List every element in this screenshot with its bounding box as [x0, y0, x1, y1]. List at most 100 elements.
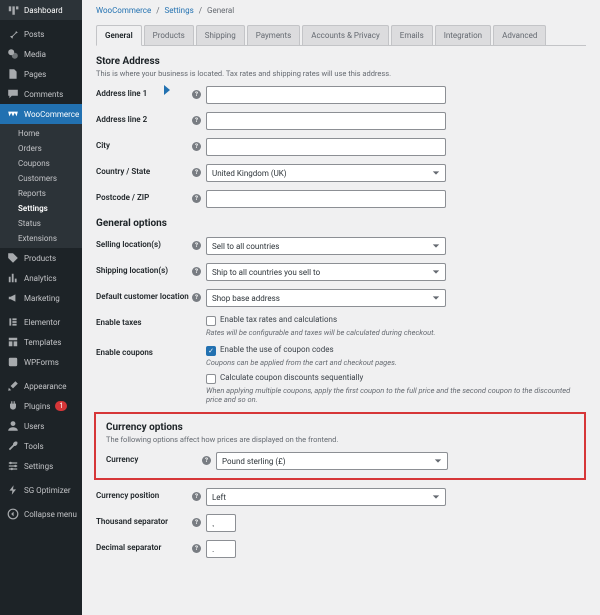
- sidebar-item-media[interactable]: Media: [0, 44, 82, 64]
- chart-icon: [7, 272, 19, 284]
- sidebar-sub-home[interactable]: Home: [0, 126, 82, 141]
- sidebar-item-elementor[interactable]: Elementor: [0, 312, 82, 332]
- chevron-down-icon: [432, 242, 440, 250]
- default-customer-location-label: Default customer location: [96, 289, 192, 301]
- selling-select[interactable]: Sell to all countries: [206, 237, 446, 255]
- tab-advanced[interactable]: Advanced: [493, 25, 546, 46]
- sidebar-sub-reports[interactable]: Reports: [0, 186, 82, 201]
- sidebar-sub-orders[interactable]: Orders: [0, 141, 82, 156]
- sidebar-label: Elementor: [24, 318, 60, 327]
- sidebar-item-posts[interactable]: Posts: [0, 24, 82, 44]
- chevron-down-icon: [434, 457, 442, 465]
- sidebar-label: Tools: [24, 442, 44, 451]
- help-icon[interactable]: ?: [192, 518, 201, 527]
- help-icon[interactable]: ?: [192, 492, 201, 501]
- tag-icon: [7, 252, 19, 264]
- sidebar-label: Comments: [24, 90, 63, 99]
- page-icon: [7, 68, 19, 80]
- sidebar-item-settings[interactable]: Settings: [0, 456, 82, 476]
- sidebar-item-dashboard[interactable]: Dashboard: [0, 0, 82, 20]
- currency-options-heading: Currency options: [106, 422, 574, 433]
- sidebar-label: Analytics: [24, 274, 57, 283]
- megaphone-icon: [7, 292, 19, 304]
- address2-input[interactable]: [206, 112, 446, 130]
- city-input[interactable]: [206, 138, 446, 156]
- sidebar-sub-settings[interactable]: Settings: [0, 201, 82, 216]
- sidebar-item-comments[interactable]: Comments: [0, 84, 82, 104]
- collapse-icon: [7, 508, 19, 520]
- woocommerce-submenu: Home Orders Coupons Customers Reports Se…: [0, 124, 82, 248]
- currency-position-label: Currency position: [96, 488, 192, 500]
- help-icon[interactable]: ?: [192, 90, 201, 99]
- settings-tabs: General Products Shipping Payments Accou…: [96, 25, 586, 46]
- chevron-down-icon: [432, 294, 440, 302]
- sidebar-sub-extensions[interactable]: Extensions: [0, 231, 82, 246]
- sidebar-label: SG Optimizer: [24, 486, 71, 495]
- users-icon: [7, 420, 19, 432]
- sequential-coupons-checkbox[interactable]: [206, 374, 216, 384]
- shipping-select[interactable]: Ship to all countries you sell to: [206, 263, 446, 281]
- help-icon[interactable]: ?: [192, 241, 201, 250]
- sidebar-item-marketing[interactable]: Marketing: [0, 288, 82, 308]
- currency-select[interactable]: Pound sterling (£): [216, 452, 448, 470]
- tab-accounts[interactable]: Accounts & Privacy: [302, 25, 389, 46]
- tab-products[interactable]: Products: [144, 25, 194, 46]
- sidebar-item-users[interactable]: Users: [0, 416, 82, 436]
- city-label: City: [96, 138, 192, 150]
- sidebar-sub-status[interactable]: Status: [0, 216, 82, 231]
- sequential-coupons-chk-label: Calculate coupon discounts sequentially: [220, 373, 363, 382]
- sequential-coupons-hint: When applying multiple coupons, apply th…: [206, 386, 586, 404]
- help-icon[interactable]: ?: [192, 194, 201, 203]
- tab-payments[interactable]: Payments: [247, 25, 301, 46]
- decimal-sep-input[interactable]: [206, 540, 236, 558]
- brush-icon: [7, 380, 19, 392]
- sidebar-item-tools[interactable]: Tools: [0, 436, 82, 456]
- dashboard-icon: [7, 4, 19, 16]
- address1-input[interactable]: [206, 86, 446, 104]
- enable-taxes-hint: Rates will be configurable and taxes wil…: [206, 328, 586, 337]
- help-icon[interactable]: ?: [192, 142, 201, 151]
- enable-taxes-checkbox[interactable]: [206, 316, 216, 326]
- sidebar-item-products[interactable]: Products: [0, 248, 82, 268]
- breadcrumb-current: General: [207, 6, 234, 15]
- sidebar-item-wpforms[interactable]: WPForms: [0, 352, 82, 372]
- sidebar-label: Pages: [24, 70, 46, 79]
- enable-coupons-checkbox[interactable]: [206, 346, 216, 356]
- tab-shipping[interactable]: Shipping: [196, 25, 245, 46]
- help-icon[interactable]: ?: [202, 456, 211, 465]
- sidebar-item-appearance[interactable]: Appearance: [0, 376, 82, 396]
- tab-emails[interactable]: Emails: [391, 25, 433, 46]
- address2-label: Address line 2: [96, 112, 192, 124]
- sidebar-item-plugins[interactable]: Plugins 1: [0, 396, 82, 416]
- sidebar-label: Templates: [24, 338, 61, 347]
- tab-integration[interactable]: Integration: [435, 25, 491, 46]
- sidebar-item-pages[interactable]: Pages: [0, 64, 82, 84]
- help-icon[interactable]: ?: [192, 116, 201, 125]
- default-customer-location-select[interactable]: Shop base address: [206, 289, 446, 307]
- postcode-input[interactable]: [206, 190, 446, 208]
- currency-options-desc: The following options affect how prices …: [106, 435, 574, 444]
- help-icon[interactable]: ?: [192, 168, 201, 177]
- sidebar-label: Dashboard: [24, 6, 63, 15]
- breadcrumb-settings[interactable]: Settings: [165, 6, 194, 15]
- help-icon[interactable]: ?: [192, 267, 201, 276]
- currency-label: Currency: [106, 452, 202, 464]
- thousand-sep-label: Thousand separator: [96, 514, 192, 526]
- sidebar-item-woocommerce[interactable]: WooCommerce: [0, 104, 82, 124]
- sidebar-sub-customers[interactable]: Customers: [0, 171, 82, 186]
- thousand-sep-input[interactable]: [206, 514, 236, 532]
- sidebar-collapse[interactable]: Collapse menu: [0, 504, 82, 524]
- help-icon[interactable]: ?: [192, 544, 201, 553]
- country-select[interactable]: United Kingdom (UK): [206, 164, 446, 182]
- sidebar-item-sg-optimizer[interactable]: SG Optimizer: [0, 480, 82, 500]
- help-icon[interactable]: ?: [192, 293, 201, 302]
- breadcrumb: WooCommerce / Settings / General: [82, 0, 600, 19]
- main-content: WooCommerce / Settings / General General…: [82, 0, 600, 615]
- sidebar-item-templates[interactable]: Templates: [0, 332, 82, 352]
- sidebar-item-analytics[interactable]: Analytics: [0, 268, 82, 288]
- breadcrumb-woocommerce[interactable]: WooCommerce: [96, 6, 151, 15]
- currency-position-select[interactable]: Left: [206, 488, 446, 506]
- wrench-icon: [7, 440, 19, 452]
- tab-general[interactable]: General: [96, 25, 142, 46]
- sidebar-sub-coupons[interactable]: Coupons: [0, 156, 82, 171]
